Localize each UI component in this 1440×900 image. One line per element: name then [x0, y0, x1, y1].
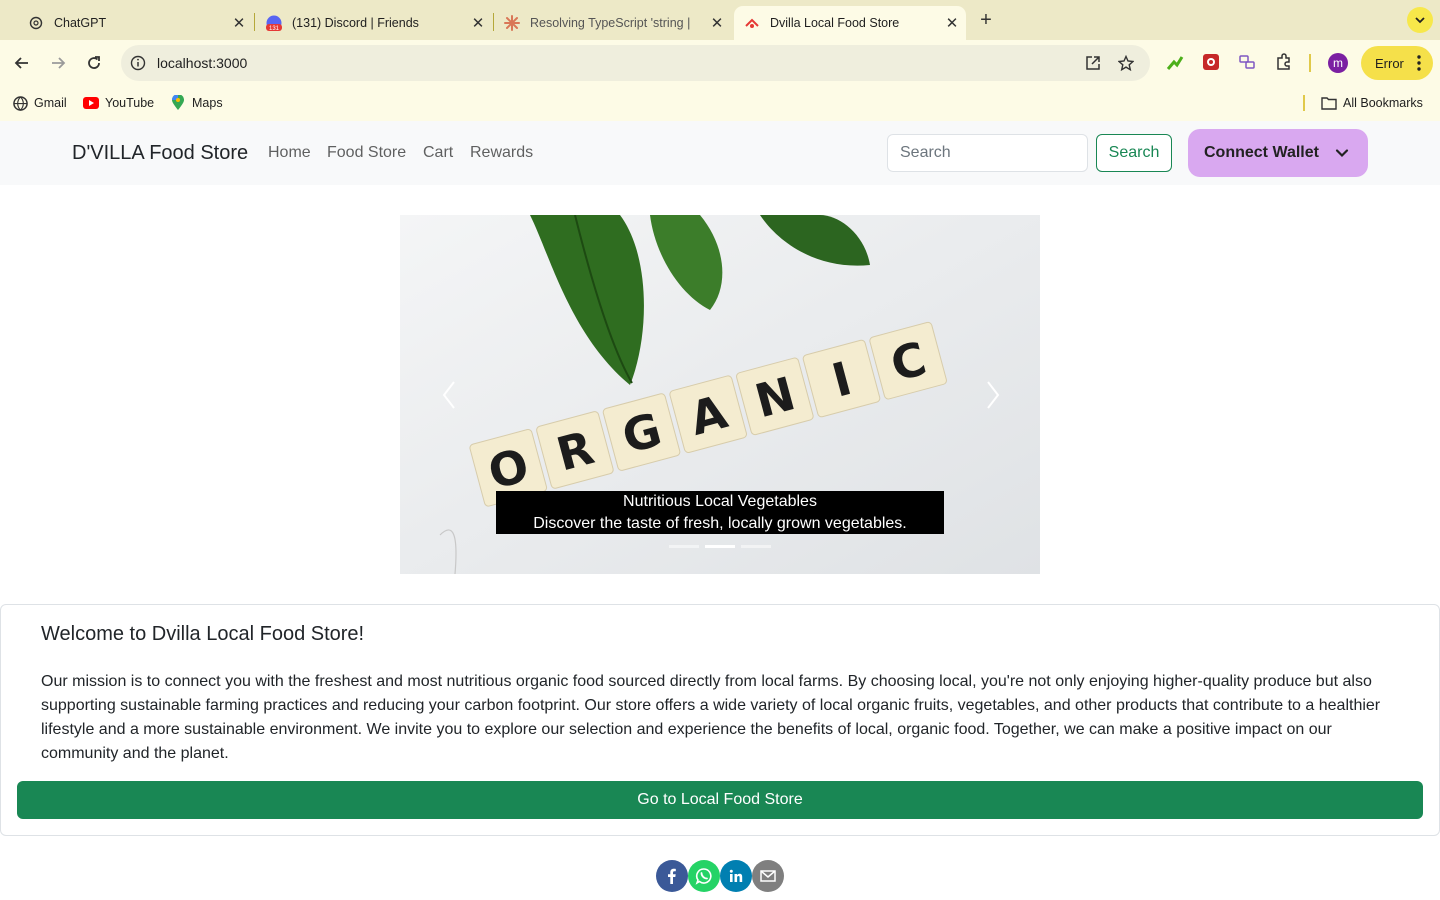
search-input[interactable]	[887, 134, 1088, 172]
bookmarks-divider	[1303, 95, 1305, 111]
whatsapp-icon[interactable]	[688, 860, 720, 892]
welcome-text: Our mission is to connect you with the f…	[41, 673, 1381, 762]
bookmarks-bar: Gmail YouTube Maps All Bookmarks	[0, 86, 1440, 121]
chart-extension-icon[interactable]	[1165, 52, 1185, 72]
discord-badge: 131	[269, 26, 280, 31]
email-icon[interactable]	[752, 860, 784, 892]
bookmark-youtube[interactable]: YouTube	[83, 95, 154, 111]
nav-cart[interactable]: Cart	[423, 144, 453, 162]
site-info-icon[interactable]	[129, 54, 147, 72]
search-button[interactable]: Search	[1096, 134, 1172, 172]
back-icon[interactable]	[10, 51, 34, 75]
carousel-indicator-1[interactable]	[669, 545, 699, 548]
chatgpt-icon	[28, 15, 44, 31]
carousel-next-icon[interactable]	[980, 380, 1004, 410]
gmail-icon	[12, 95, 28, 111]
tab-chatgpt[interactable]: ChatGPT ✕	[0, 6, 253, 40]
toolbar-divider	[1309, 54, 1311, 72]
new-tab-icon[interactable]: +	[975, 9, 997, 31]
extensions-puzzle-icon[interactable]	[1274, 52, 1294, 72]
open-in-new-icon[interactable]	[1084, 54, 1102, 72]
welcome-title: Welcome to Dvilla Local Food Store!	[41, 623, 365, 645]
bookmark-star-icon[interactable]	[1117, 54, 1135, 72]
go-to-store-button[interactable]: Go to Local Food Store	[17, 781, 1423, 819]
site-brand[interactable]: D'VILLA Food Store	[72, 142, 248, 165]
share-buttons	[656, 860, 784, 892]
folder-icon	[1321, 95, 1337, 111]
tab-title: ChatGPT	[54, 16, 107, 30]
site-navbar: D'VILLA Food Store Home Food Store Cart …	[0, 121, 1440, 185]
linkedin-icon[interactable]	[720, 860, 752, 892]
react-icon	[744, 15, 760, 31]
tab-discord[interactable]: 131 (131) Discord | Friends ✕	[238, 6, 492, 40]
carousel-caption: Nutritious Local Vegetables Discover the…	[496, 491, 944, 534]
bookmark-maps[interactable]: Maps	[170, 95, 223, 111]
connect-wallet-button[interactable]: Connect Wallet	[1188, 129, 1368, 177]
bookmark-label: Maps	[192, 96, 223, 110]
chevron-down-icon	[1335, 149, 1349, 158]
discord-icon: 131	[266, 15, 282, 31]
tab-search-icon[interactable]	[1407, 7, 1433, 33]
red-extension-icon[interactable]	[1201, 52, 1221, 72]
bookmark-label: Gmail	[34, 96, 67, 110]
nav-home[interactable]: Home	[268, 144, 311, 162]
web-page: D'VILLA Food Store Home Food Store Cart …	[0, 121, 1440, 900]
carousel-indicators	[669, 545, 771, 548]
connect-wallet-label: Connect Wallet	[1204, 144, 1319, 161]
reload-icon[interactable]	[82, 51, 106, 75]
profile-avatar[interactable]: m	[1328, 53, 1348, 73]
nav-rewards[interactable]: Rewards	[470, 144, 533, 162]
tab-title: Resolving TypeScript 'string |	[530, 16, 691, 30]
close-tab-icon[interactable]: ✕	[707, 13, 727, 33]
forward-icon[interactable]	[46, 51, 70, 75]
all-bookmarks[interactable]: All Bookmarks	[1321, 95, 1423, 111]
caption-text: Discover the taste of fresh, locally gro…	[533, 514, 907, 532]
close-tab-icon[interactable]: ✕	[942, 13, 962, 33]
hero-carousel: ORG ANIC Nutritious Local Vegetables Dis…	[400, 215, 1040, 574]
caption-title: Nutritious Local Vegetables	[623, 493, 817, 510]
tab-title: Dvilla Local Food Store	[770, 16, 900, 30]
translate-extension-icon[interactable]	[1237, 52, 1257, 72]
tab-typescript[interactable]: Resolving TypeScript 'string | ✕	[476, 6, 731, 40]
carousel-prev-icon[interactable]	[438, 380, 462, 410]
carousel-indicator-3[interactable]	[741, 545, 771, 548]
carousel-indicator-2[interactable]	[705, 545, 735, 548]
welcome-card: Welcome to Dvilla Local Food Store! Our …	[0, 604, 1440, 836]
bookmark-label: YouTube	[105, 96, 155, 110]
error-label: Error	[1375, 55, 1404, 71]
browser-toolbar: localhost:3000	[0, 40, 1440, 86]
facebook-icon[interactable]	[656, 860, 688, 892]
youtube-icon	[83, 95, 99, 111]
tab-title: (131) Discord | Friends	[292, 16, 419, 30]
more-menu-icon	[1417, 55, 1421, 71]
address-bar[interactable]: localhost:3000	[121, 45, 1150, 81]
bookmark-gmail[interactable]: Gmail	[12, 95, 67, 111]
error-button[interactable]: Error	[1361, 46, 1433, 80]
tab-dvilla[interactable]: Dvilla Local Food Store ✕	[734, 6, 966, 40]
all-bookmarks-label: All Bookmarks	[1343, 96, 1423, 110]
claude-icon	[504, 15, 520, 31]
nav-food-store[interactable]: Food Store	[327, 144, 406, 162]
maps-icon	[170, 95, 186, 111]
browser-tab-strip: ChatGPT ✕ 131 (131) Discord | Friends ✕ …	[0, 0, 1440, 40]
url-text: localhost:3000	[157, 55, 248, 71]
